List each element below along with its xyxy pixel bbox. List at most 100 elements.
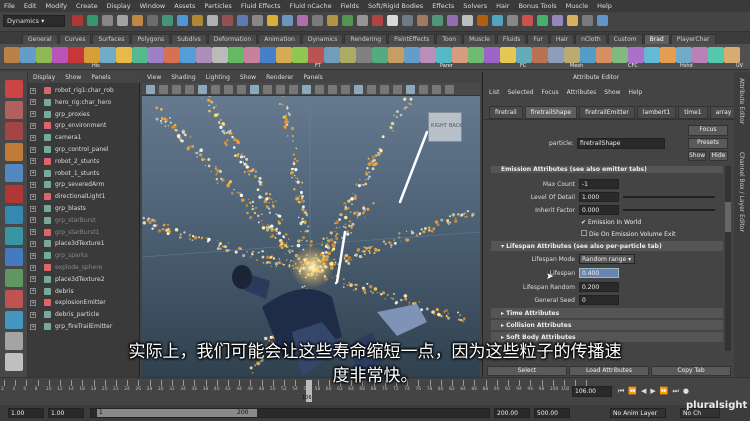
outliner-item[interactable]: + place3dTexture1 bbox=[30, 238, 138, 249]
playback-button-icon[interactable]: ⏩ bbox=[660, 387, 669, 396]
expand-toggle-icon[interactable]: + bbox=[30, 170, 36, 176]
shelf-icon[interactable] bbox=[612, 47, 628, 63]
viewport-toolbar-icon[interactable] bbox=[224, 85, 233, 94]
max-count-field[interactable]: -1 bbox=[579, 179, 619, 189]
shelf-icon[interactable] bbox=[436, 47, 452, 63]
shelf-tab-playerchar[interactable]: PlayerChar bbox=[671, 34, 716, 44]
menu-modify[interactable]: Modify bbox=[45, 2, 67, 10]
shelf-icon[interactable] bbox=[36, 47, 52, 63]
outliner-item[interactable]: + grp_fireTrailEmitter bbox=[30, 321, 138, 332]
viewport-menu-shading[interactable]: Shading bbox=[171, 74, 195, 81]
menu-muscle[interactable]: Muscle bbox=[566, 2, 589, 10]
shelf-icon[interactable] bbox=[340, 47, 356, 63]
shelf-icon[interactable] bbox=[292, 47, 308, 63]
status-tool-icon[interactable] bbox=[222, 15, 233, 26]
status-tool-icon[interactable] bbox=[477, 15, 488, 26]
general-seed-field[interactable]: 0 bbox=[579, 295, 619, 305]
viewport-toolbar-icon[interactable] bbox=[432, 85, 441, 94]
status-tool-icon[interactable] bbox=[537, 15, 548, 26]
playback-button-icon[interactable]: ● bbox=[683, 387, 689, 396]
status-tool-icon[interactable] bbox=[597, 15, 608, 26]
menu-particles[interactable]: Particles bbox=[204, 2, 231, 10]
shelf-icon[interactable] bbox=[84, 47, 100, 63]
menu-soft-rigid-bodies[interactable]: Soft/Rigid Bodies bbox=[368, 2, 423, 10]
status-tool-icon[interactable] bbox=[522, 15, 533, 26]
shelf-tab-subdivs[interactable]: Subdivs bbox=[171, 34, 207, 44]
inherit-factor-field[interactable]: 0.000 bbox=[579, 205, 619, 215]
shelf-tab-ncloth[interactable]: nCloth bbox=[575, 34, 607, 44]
menu-hair[interactable]: Hair bbox=[496, 2, 509, 10]
ae-tab-firetrailemitter[interactable]: firetrailEmitter bbox=[579, 106, 635, 119]
viewport-toolbar-icon[interactable] bbox=[146, 85, 155, 94]
status-tool-icon[interactable] bbox=[552, 15, 563, 26]
shelf-tab-hair[interactable]: Hair bbox=[550, 34, 574, 44]
shelf-icon[interactable] bbox=[484, 47, 500, 63]
status-tool-icon[interactable] bbox=[462, 15, 473, 26]
outliner-item[interactable]: + grp_control_panel bbox=[30, 144, 138, 155]
attribute-editor-side-tab[interactable]: Attribute Editor bbox=[738, 78, 745, 124]
shelf-icon[interactable] bbox=[308, 47, 324, 63]
toolbox-tool-icon[interactable] bbox=[5, 206, 23, 224]
outliner-item[interactable]: + debris_particle bbox=[30, 309, 138, 320]
emission-in-world-checkbox[interactable]: ✔ Emission In World bbox=[581, 219, 641, 226]
status-tool-icon[interactable] bbox=[117, 15, 128, 26]
view-cube[interactable]: RIGHT BACK bbox=[428, 112, 462, 142]
shelf-icon[interactable] bbox=[724, 47, 740, 63]
expand-toggle-icon[interactable]: + bbox=[30, 147, 36, 153]
shelf-icon[interactable] bbox=[548, 47, 564, 63]
viewport-toolbar-icon[interactable] bbox=[406, 85, 415, 94]
lifespan-section-header[interactable]: ▾ Lifespan Attributes (see also per-part… bbox=[491, 241, 723, 251]
menu-fluid-effects[interactable]: Fluid Effects bbox=[241, 2, 281, 10]
viewport-menu-show[interactable]: Show bbox=[240, 74, 256, 81]
level-of-detail-field[interactable]: 1.000 bbox=[579, 192, 619, 202]
outliner-menu-panels[interactable]: Panels bbox=[91, 74, 110, 81]
end-time-field[interactable]: 500.00 bbox=[534, 408, 570, 418]
shelf-icon[interactable] bbox=[260, 47, 276, 63]
shelf-tab-deformation[interactable]: Deformation bbox=[208, 34, 257, 44]
viewport-toolbar-icon[interactable] bbox=[289, 85, 298, 94]
status-tool-icon[interactable] bbox=[132, 15, 143, 26]
viewport-menu-panels[interactable]: Panels bbox=[303, 74, 322, 81]
shelf-tab-general[interactable]: General bbox=[22, 34, 58, 44]
shelf-tab-surfaces[interactable]: Surfaces bbox=[92, 34, 130, 44]
expand-toggle-icon[interactable]: + bbox=[30, 158, 36, 164]
shelf-tab-toon[interactable]: Toon bbox=[436, 34, 462, 44]
attribute-editor-scroll-thumb[interactable] bbox=[725, 202, 731, 232]
expand-toggle-icon[interactable]: + bbox=[30, 111, 36, 117]
viewport-toolbar-icon[interactable] bbox=[185, 85, 194, 94]
expand-toggle-icon[interactable]: + bbox=[30, 88, 36, 94]
playback-button-icon[interactable]: ◀ bbox=[641, 387, 646, 396]
status-tool-icon[interactable] bbox=[387, 15, 398, 26]
ae-tab-lambert1[interactable]: lambert1 bbox=[637, 106, 676, 119]
expand-toggle-icon[interactable]: + bbox=[30, 253, 36, 259]
status-tool-icon[interactable] bbox=[102, 15, 113, 26]
expand-toggle-icon[interactable]: + bbox=[30, 300, 36, 306]
outliner-item[interactable]: + debris bbox=[30, 286, 138, 297]
die-on-emission-checkbox[interactable]: Die On Emission Volume Exit bbox=[581, 230, 676, 238]
shelf-icon[interactable] bbox=[644, 47, 660, 63]
menu-help[interactable]: Help bbox=[597, 2, 612, 10]
status-tool-icon[interactable] bbox=[312, 15, 323, 26]
expand-toggle-icon[interactable]: + bbox=[30, 123, 36, 129]
shelf-icon[interactable] bbox=[564, 47, 580, 63]
viewport-toolbar-icon[interactable] bbox=[315, 85, 324, 94]
viewport-toolbar-icon[interactable] bbox=[250, 85, 259, 94]
ae-tab-firetrailshape[interactable]: firetrailShape bbox=[525, 106, 577, 119]
outliner-item[interactable]: + grp_environment bbox=[30, 120, 138, 131]
playback-button-icon[interactable]: ⏪ bbox=[628, 387, 637, 396]
status-tool-icon[interactable] bbox=[582, 15, 593, 26]
expand-toggle-icon[interactable]: + bbox=[30, 182, 36, 188]
shelf-icon[interactable] bbox=[372, 47, 388, 63]
viewport-toolbar-icon[interactable] bbox=[198, 85, 207, 94]
playback-button-icon[interactable]: ⏮ bbox=[618, 387, 624, 396]
outliner-item[interactable]: + grp_severedArm bbox=[30, 179, 138, 190]
channel-box-side-tab[interactable]: Channel Box / Layer Editor bbox=[738, 152, 745, 232]
shelf-icon[interactable] bbox=[100, 47, 116, 63]
viewport-toolbar-icon[interactable] bbox=[159, 85, 168, 94]
toolbox-tool-icon[interactable] bbox=[5, 311, 23, 329]
expand-toggle-icon[interactable]: + bbox=[30, 324, 36, 330]
shelf-tab-dynamics[interactable]: Dynamics bbox=[302, 34, 344, 44]
playback-start-field[interactable]: 1.00 bbox=[48, 408, 84, 418]
viewport-toolbar-icon[interactable] bbox=[380, 85, 389, 94]
viewport-toolbar-icon[interactable] bbox=[341, 85, 350, 94]
